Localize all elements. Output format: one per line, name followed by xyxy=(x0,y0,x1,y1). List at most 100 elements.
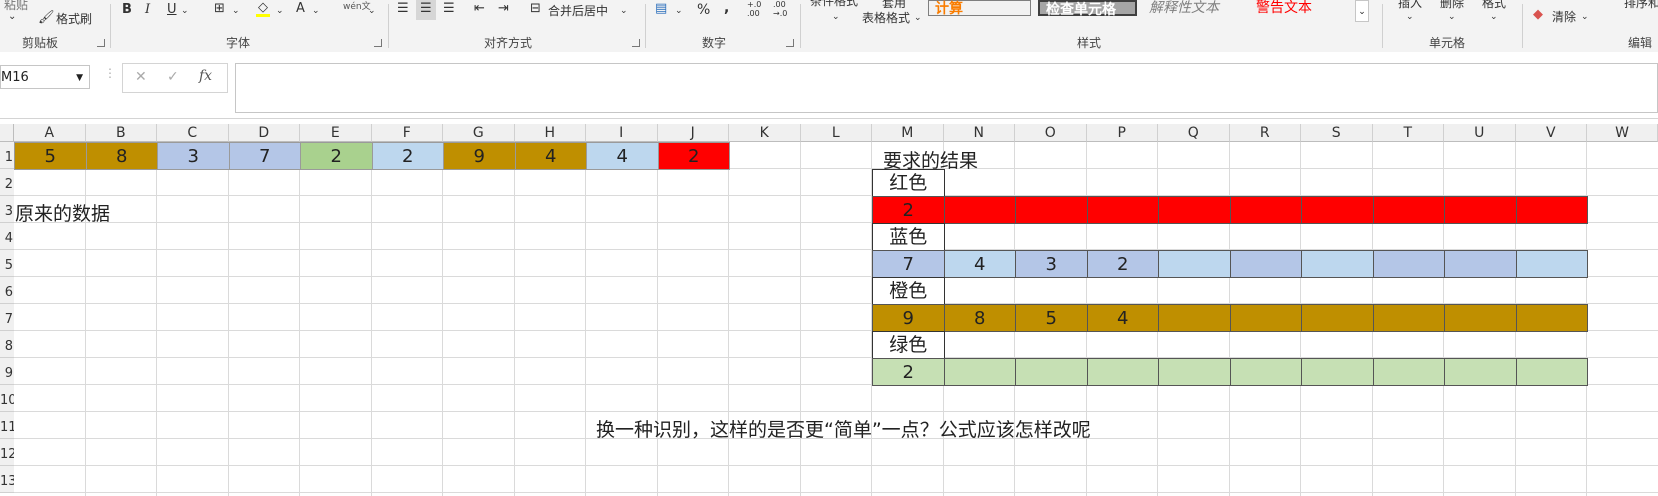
chevron-down-icon[interactable]: ⌄ xyxy=(914,11,922,25)
name-box[interactable]: M16 ▼ xyxy=(0,65,90,89)
row-header-3[interactable]: 3 xyxy=(0,196,14,223)
column-header-l[interactable]: L xyxy=(800,124,872,142)
chevron-down-icon[interactable]: ⌄ xyxy=(1581,10,1589,24)
clear-button[interactable]: 清除 xyxy=(1552,8,1576,25)
source-cell-b[interactable]: 8 xyxy=(85,142,158,170)
result-cell-green[interactable] xyxy=(1515,358,1588,386)
result-cell-red[interactable] xyxy=(1015,196,1088,224)
result-cell-green[interactable] xyxy=(943,358,1016,386)
result-cell-blue[interactable]: 3 xyxy=(1015,250,1088,278)
percent-button[interactable]: % xyxy=(697,2,710,18)
result-cell-orange[interactable] xyxy=(1301,304,1374,332)
accounting-format-icon[interactable]: ▤ xyxy=(655,2,667,16)
font-launcher-icon[interactable] xyxy=(374,39,382,47)
chevron-down-icon[interactable]: ⌄ xyxy=(1490,10,1498,24)
column-header-e[interactable]: E xyxy=(300,124,372,142)
style-check-cell[interactable]: 检查单元格 xyxy=(1038,0,1137,18)
result-label-red[interactable]: 红色 xyxy=(872,169,945,197)
format-painter-icon[interactable]: 🖌 xyxy=(38,11,55,25)
border-icon[interactable]: ⊞ xyxy=(214,2,225,16)
fill-color-icon[interactable]: ◇ xyxy=(258,1,268,15)
row-header-5[interactable]: 5 xyxy=(0,250,14,277)
result-cell-red[interactable] xyxy=(943,196,1016,224)
row-header-11[interactable]: 11 xyxy=(0,412,14,439)
source-cell-j[interactable]: 2 xyxy=(657,142,730,170)
result-cell-green[interactable] xyxy=(1015,358,1088,386)
source-cell-c[interactable]: 3 xyxy=(157,142,230,170)
chevron-down-icon[interactable]: ⌄ xyxy=(181,4,189,18)
result-cell-blue[interactable] xyxy=(1515,250,1588,278)
column-header-t[interactable]: T xyxy=(1372,124,1444,142)
italic-button[interactable]: I xyxy=(145,2,150,17)
chevron-down-icon[interactable]: ⌄ xyxy=(675,4,683,18)
align-right-icon[interactable]: ☰ xyxy=(443,2,455,16)
number-launcher-icon[interactable] xyxy=(786,39,794,47)
result-cell-orange[interactable] xyxy=(1515,304,1588,332)
column-header-s[interactable]: S xyxy=(1301,124,1373,142)
row-header-2[interactable]: 2 xyxy=(0,169,14,196)
result-cell-green[interactable] xyxy=(1372,358,1445,386)
result-cell-red[interactable] xyxy=(1515,196,1588,224)
column-header-d[interactable]: D xyxy=(228,124,300,142)
chevron-down-icon[interactable]: ⌄ xyxy=(8,10,16,24)
source-cell-d[interactable]: 7 xyxy=(228,142,301,170)
column-header-k[interactable]: K xyxy=(729,124,801,142)
merge-icon[interactable]: ⊟ xyxy=(530,2,541,16)
row-header-6[interactable]: 6 xyxy=(0,277,14,304)
result-cell-green[interactable] xyxy=(1086,358,1159,386)
sort-button[interactable]: 排序和 xyxy=(1624,0,1658,11)
result-cell-green[interactable] xyxy=(1444,358,1517,386)
result-cell-orange[interactable] xyxy=(1444,304,1517,332)
result-cell-blue[interactable] xyxy=(1444,250,1517,278)
alignment-launcher-icon[interactable] xyxy=(632,39,640,47)
chevron-down-icon[interactable]: ⌄ xyxy=(832,10,840,24)
column-header-w[interactable]: W xyxy=(1587,124,1658,142)
row-header-4[interactable]: 4 xyxy=(0,223,14,250)
result-cell-orange[interactable] xyxy=(1372,304,1445,332)
source-cell-g[interactable]: 9 xyxy=(443,142,516,170)
result-cell-green[interactable] xyxy=(1158,358,1231,386)
comma-button[interactable]: , xyxy=(724,0,729,16)
source-cell-e[interactable]: 2 xyxy=(300,142,373,170)
insert-function-icon[interactable]: fx xyxy=(199,68,212,84)
row-header-7[interactable]: 7 xyxy=(0,304,14,331)
formula-bar-splitter-icon[interactable]: ⋮ xyxy=(104,66,116,80)
column-header-q[interactable]: Q xyxy=(1158,124,1230,142)
styles-gallery-more-icon[interactable]: ⌄ xyxy=(1355,0,1369,22)
increase-indent-icon[interactable]: ⇥ xyxy=(498,2,509,16)
phonetic-button[interactable]: wén文 xyxy=(343,0,371,12)
table-format-button[interactable]: 表格格式 xyxy=(862,9,910,26)
source-cell-i[interactable]: 4 xyxy=(586,142,659,170)
result-cell-red[interactable] xyxy=(1158,196,1231,224)
chevron-down-icon[interactable]: ⌄ xyxy=(232,4,240,18)
column-header-j[interactable]: J xyxy=(657,124,729,142)
source-cell-h[interactable]: 4 xyxy=(514,142,587,170)
column-header-a[interactable]: A xyxy=(14,124,86,142)
chevron-down-icon[interactable]: ⌄ xyxy=(1448,10,1456,24)
column-header-c[interactable]: C xyxy=(157,124,229,142)
chevron-down-icon[interactable]: ⌄ xyxy=(368,4,376,18)
column-header-b[interactable]: B xyxy=(85,124,157,142)
result-cell-green[interactable] xyxy=(1301,358,1374,386)
column-header-g[interactable]: G xyxy=(443,124,515,142)
bold-button[interactable]: B xyxy=(122,2,132,17)
column-header-u[interactable]: U xyxy=(1444,124,1516,142)
cancel-icon[interactable]: ✕ xyxy=(135,69,147,85)
chevron-down-icon[interactable]: ⌄ xyxy=(312,4,320,18)
result-cell-red[interactable] xyxy=(1301,196,1374,224)
chevron-down-icon[interactable]: ▼ xyxy=(76,66,83,90)
clipboard-launcher-icon[interactable] xyxy=(97,39,105,47)
result-cell-red[interactable] xyxy=(1372,196,1445,224)
column-header-f[interactable]: F xyxy=(371,124,443,142)
column-header-m[interactable]: M xyxy=(872,124,944,142)
select-all-corner[interactable] xyxy=(0,124,14,142)
result-cell-orange[interactable] xyxy=(1229,304,1302,332)
enter-icon[interactable]: ✓ xyxy=(167,69,179,85)
result-cell-orange[interactable] xyxy=(1158,304,1231,332)
align-center-icon[interactable]: ☰ xyxy=(420,2,432,16)
column-header-o[interactable]: O xyxy=(1015,124,1087,142)
style-calc[interactable]: 计算 xyxy=(928,0,1031,17)
chevron-down-icon[interactable]: ⌄ xyxy=(276,4,284,18)
result-cell-red[interactable] xyxy=(1444,196,1517,224)
result-cell-green[interactable] xyxy=(1229,358,1302,386)
